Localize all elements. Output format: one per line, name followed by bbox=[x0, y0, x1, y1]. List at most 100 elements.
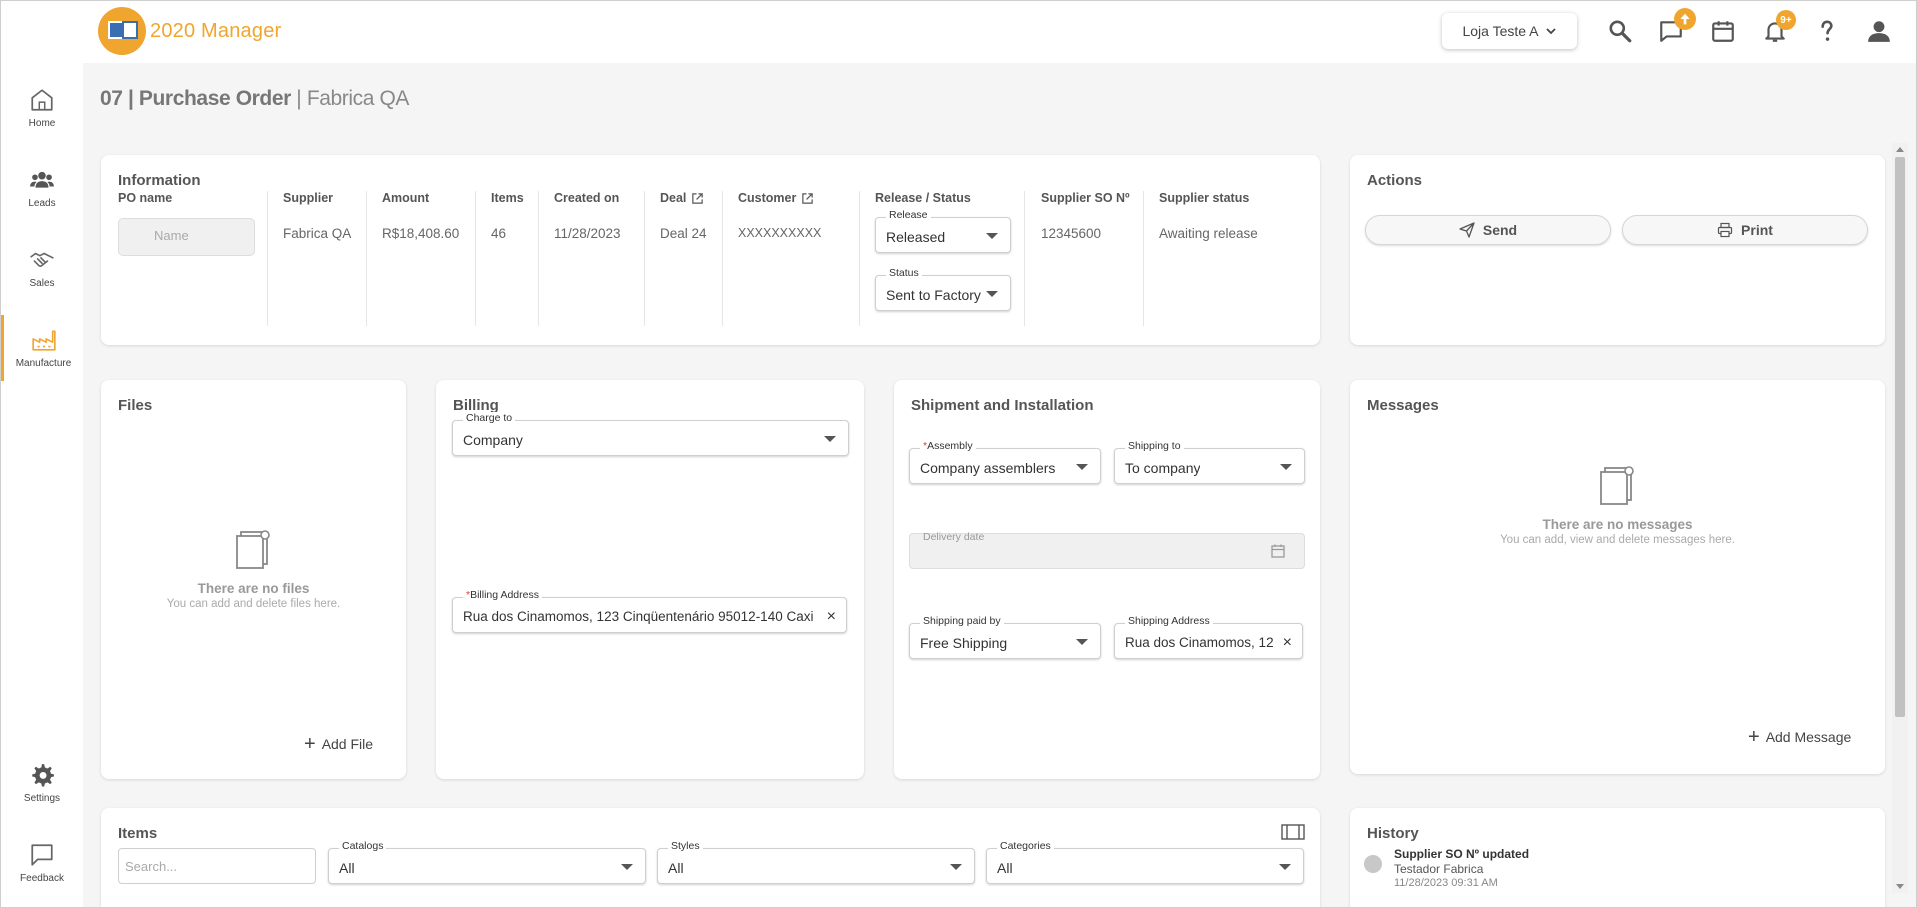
release-select[interactable]: Release Released bbox=[875, 209, 1011, 253]
file-icon bbox=[235, 530, 270, 569]
files-empty-title: There are no files bbox=[197, 581, 310, 596]
supplier-value: Fabrica QA bbox=[283, 226, 352, 241]
sidebar-item-sales[interactable]: Sales bbox=[1, 235, 83, 301]
sidebar-item-home[interactable]: Home bbox=[1, 75, 83, 141]
scroll-up-icon[interactable] bbox=[1896, 147, 1904, 152]
app-logo[interactable]: 2020 Manager bbox=[98, 7, 281, 55]
column-divider bbox=[1024, 191, 1025, 326]
po-name-header: PO name bbox=[118, 191, 173, 205]
add-file-button[interactable]: + Add File bbox=[304, 734, 373, 754]
notifications-button[interactable]: 9+ bbox=[1760, 10, 1796, 46]
page-scrollbar[interactable] bbox=[1892, 143, 1908, 893]
shipping-address-field[interactable]: Shipping Address Rua dos Cinamomos, 12 × bbox=[1114, 615, 1303, 659]
send-label: Send bbox=[1482, 222, 1518, 238]
column-divider bbox=[538, 191, 539, 326]
calendar-icon[interactable] bbox=[1270, 543, 1286, 559]
caret-down-icon bbox=[950, 864, 962, 870]
shipping-paid-by-select[interactable]: Shipping paid by Free Shipping bbox=[909, 615, 1101, 659]
created-on-header: Created on bbox=[554, 191, 620, 205]
billing-address-field[interactable]: *Billing Address Rua dos Cinamomos, 123 … bbox=[452, 589, 847, 633]
sidebar-item-manufacture[interactable]: Manufacture bbox=[1, 315, 83, 381]
items-search-placeholder: Search... bbox=[125, 859, 178, 874]
print-label: Print bbox=[1741, 222, 1773, 238]
customer-header[interactable]: Customer bbox=[738, 191, 814, 205]
sidebar-item-settings[interactable]: Settings bbox=[1, 750, 83, 816]
catalogs-select[interactable]: Catalogs All bbox=[328, 840, 646, 884]
categories-label: Categories bbox=[997, 840, 1054, 852]
external-link-icon[interactable] bbox=[691, 192, 704, 205]
upload-badge-icon bbox=[1674, 8, 1696, 30]
external-link-icon[interactable] bbox=[801, 192, 814, 205]
po-name-input[interactable]: Name bbox=[118, 218, 255, 256]
close-icon[interactable]: × bbox=[1283, 634, 1292, 652]
calendar-button[interactable] bbox=[1708, 16, 1738, 46]
supplier-status-header: Supplier status bbox=[1159, 191, 1250, 205]
history-entry-title: Supplier SO Nº updated bbox=[1394, 847, 1530, 861]
sidebar-item-leads[interactable]: Leads bbox=[1, 155, 83, 221]
po-name-placeholder: Name bbox=[154, 228, 189, 243]
messages-empty-subtitle: You can add, view and delete messages he… bbox=[1500, 534, 1735, 546]
scrollbar-thumb[interactable] bbox=[1895, 157, 1905, 717]
delivery-date-label: Delivery date bbox=[923, 531, 985, 543]
logo-text: 2020 Manager bbox=[150, 19, 282, 42]
search-button[interactable] bbox=[1605, 16, 1635, 46]
print-button[interactable]: Print bbox=[1622, 215, 1868, 245]
billing-card: Billing Charge to Company *Billing Addre… bbox=[436, 380, 864, 779]
release-status-header: Release / Status bbox=[875, 191, 971, 205]
chevron-down-icon bbox=[1545, 28, 1556, 35]
send-button[interactable]: Send bbox=[1365, 215, 1611, 245]
styles-label: Styles bbox=[668, 840, 703, 852]
charge-to-label: Charge to bbox=[463, 412, 516, 424]
caret-down-icon bbox=[986, 291, 998, 297]
amount-value: R$18,408.60 bbox=[382, 226, 460, 241]
sidebar-item-label: Settings bbox=[23, 793, 61, 804]
files-empty-state: There are no files You can add and delet… bbox=[101, 526, 406, 610]
shipping-address-value: Rua dos Cinamomos, 12 bbox=[1125, 635, 1274, 650]
caret-down-icon bbox=[1076, 639, 1088, 645]
column-divider bbox=[1143, 191, 1144, 326]
chat-upload-button[interactable] bbox=[1656, 8, 1696, 46]
styles-select[interactable]: Styles All bbox=[657, 840, 975, 884]
people-icon bbox=[30, 171, 54, 188]
charge-to-select[interactable]: Charge to Company bbox=[452, 412, 849, 456]
logo-icon bbox=[98, 7, 146, 55]
deal-header[interactable]: Deal bbox=[660, 191, 704, 205]
sidebar-item-label: Manufacture bbox=[15, 358, 72, 369]
sidebar-item-label: Feedback bbox=[20, 873, 64, 884]
release-label: Release bbox=[886, 209, 931, 221]
status-select[interactable]: Status Sent to Factory bbox=[875, 267, 1011, 311]
caret-down-icon bbox=[824, 436, 836, 442]
caret-down-icon bbox=[621, 864, 633, 870]
files-card: Files There are no files You can add and… bbox=[101, 380, 406, 779]
column-divider bbox=[859, 191, 860, 326]
items-search-input[interactable]: Search... bbox=[118, 848, 316, 884]
shipping-to-select[interactable]: Shipping to To company bbox=[1114, 440, 1305, 484]
add-message-button[interactable]: + Add Message bbox=[1748, 727, 1851, 747]
items-card: Items Search... Catalogs All Styles All … bbox=[101, 808, 1320, 907]
shipment-card: Shipment and Installation *Assembly Comp… bbox=[894, 380, 1320, 779]
gear-icon bbox=[32, 764, 54, 787]
caret-down-icon bbox=[1279, 864, 1291, 870]
store-selector[interactable]: Loja Teste A bbox=[1442, 13, 1577, 49]
account-button[interactable] bbox=[1864, 16, 1894, 46]
calendar-icon bbox=[1712, 21, 1734, 42]
send-icon bbox=[1459, 222, 1475, 238]
close-icon[interactable]: × bbox=[827, 608, 836, 626]
shipping-to-value: To company bbox=[1125, 460, 1201, 476]
sidebar: Home Leads Sales Manufacture Settings Fe… bbox=[1, 63, 83, 907]
sidebar-item-feedback[interactable]: Feedback bbox=[1, 830, 83, 896]
categories-select[interactable]: Categories All bbox=[986, 840, 1304, 884]
scroll-down-icon[interactable] bbox=[1896, 884, 1904, 889]
billing-address-label-text: Billing Address bbox=[470, 589, 539, 601]
assembly-label: *Assembly bbox=[920, 440, 976, 452]
columns-icon[interactable] bbox=[1281, 824, 1305, 840]
shipping-address-label: Shipping Address bbox=[1125, 615, 1213, 627]
delivery-date-field[interactable]: Delivery date bbox=[909, 531, 1305, 569]
deal-value: Deal 24 bbox=[660, 226, 707, 241]
notifications-badge: 9+ bbox=[1776, 10, 1796, 30]
message-note-icon bbox=[1599, 466, 1634, 505]
help-button[interactable] bbox=[1812, 16, 1842, 46]
factory-icon bbox=[31, 330, 56, 351]
assembly-select[interactable]: *Assembly Company assemblers bbox=[909, 440, 1101, 484]
charge-to-value: Company bbox=[463, 432, 523, 448]
